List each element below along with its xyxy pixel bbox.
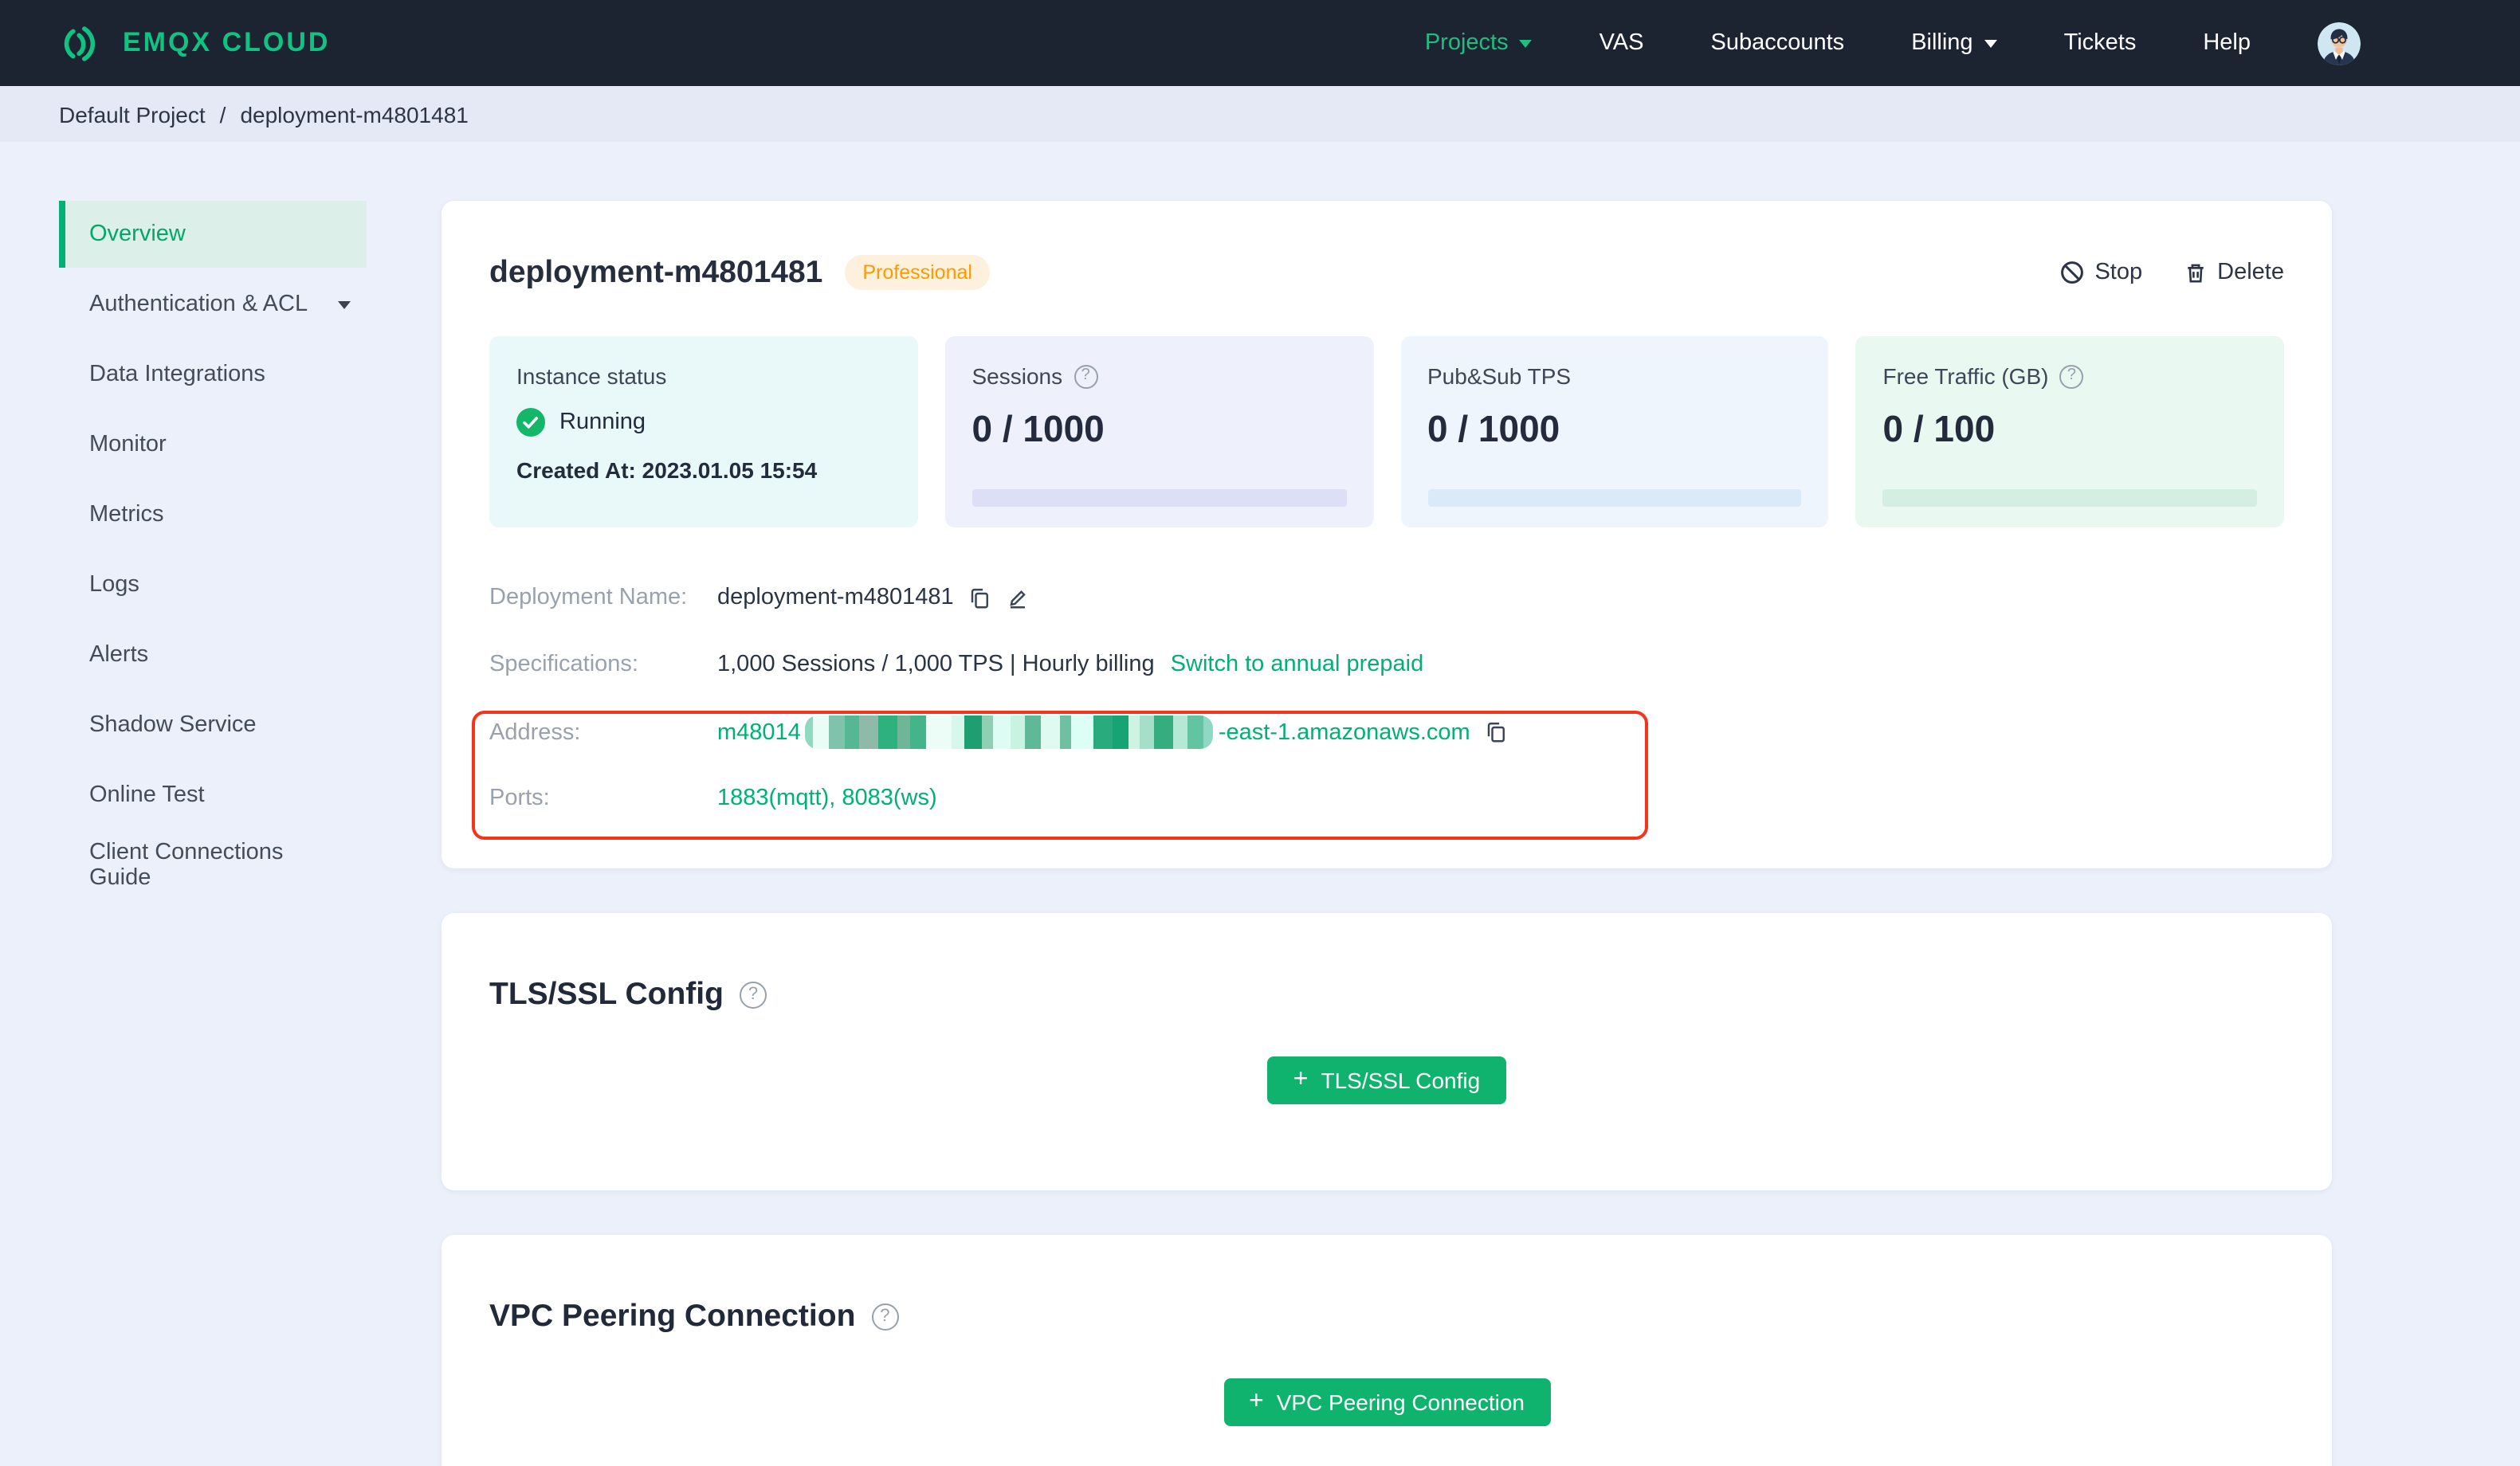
address-suffix: -east-1.amazonaws.com (1218, 719, 1470, 745)
stat-card-instance-status: Instance status Running Created At: 2023… (489, 336, 918, 527)
breadcrumb-deployment: deployment-m4801481 (240, 101, 469, 127)
emqx-logo-icon (57, 22, 102, 65)
sidebar-item-data-integrations[interactable]: Data Integrations (59, 341, 367, 408)
tls-ssl-heading: TLS/SSL Config (489, 976, 724, 1011)
sidebar-item-authentication-acl[interactable]: Authentication & ACL (59, 271, 367, 338)
trash-icon (2184, 261, 2208, 284)
sidebar-item-metrics[interactable]: Metrics (59, 481, 367, 548)
traffic-value: 0 / 100 (1882, 408, 1996, 449)
sidebar-item-overview[interactable]: Overview (59, 201, 367, 268)
nav-item-projects[interactable]: Projects (1425, 30, 1533, 56)
question-circle-icon[interactable]: ? (871, 1303, 899, 1330)
stat-card-pubsub-tps: Pub&Sub TPS 0 / 1000 (1400, 336, 1829, 527)
sidebar-item-shadow-service[interactable]: Shadow Service (59, 692, 367, 758)
sidebar-item-online-test[interactable]: Online Test (59, 762, 367, 829)
deployment-overview-card: deployment-m4801481 Professional Stop De… (442, 201, 2332, 868)
breadcrumb-project[interactable]: Default Project (59, 101, 206, 127)
chevron-down-icon (1519, 39, 1533, 47)
switch-annual-prepaid-link[interactable]: Switch to annual prepaid (1171, 652, 1424, 677)
sidebar-item-monitor[interactable]: Monitor (59, 411, 367, 478)
stop-icon (2059, 260, 2085, 285)
user-avatar[interactable] (2318, 22, 2361, 65)
brand-logo[interactable]: EMQX CLOUD (57, 22, 330, 65)
question-circle-icon[interactable]: ? (739, 981, 767, 1008)
check-circle-icon (516, 408, 545, 437)
main-content: deployment-m4801481 Professional Stop De… (442, 201, 2332, 1466)
sessions-value: 0 / 1000 (971, 408, 1105, 449)
tls-ssl-config-card: TLS/SSL Config ? + TLS/SSL Config (442, 913, 2332, 1190)
add-tls-ssl-config-button[interactable]: + TLS/SSL Config (1267, 1056, 1506, 1104)
emqx-cloud-console: EMQX CLOUD Projects VAS Subaccounts Bill… (0, 0, 2520, 1466)
address-label: Address: (489, 719, 581, 745)
instance-status-text: Running (559, 410, 646, 435)
address-prefix: m48014 (717, 719, 801, 745)
navbar-menu: Projects VAS Subaccounts Billing Tickets… (1425, 22, 2520, 65)
nav-item-billing[interactable]: Billing (1911, 30, 1997, 56)
plan-badge: Professional (845, 254, 990, 291)
ports-value: 1883(mqtt), 8083(ws) (717, 786, 937, 811)
add-vpc-peering-button[interactable]: + VPC Peering Connection (1223, 1378, 1550, 1426)
breadcrumb: Default Project / deployment-m4801481 (0, 86, 2520, 142)
edit-icon[interactable] (1007, 586, 1030, 610)
sidebar: Overview Authentication & ACL Data Integ… (0, 201, 442, 902)
sidebar-item-client-connections-guide[interactable]: Client Connections Guide (59, 832, 367, 899)
vpc-peering-heading: VPC Peering Connection (489, 1298, 856, 1333)
created-at-text: Created At: 2023.01.05 15:54 (516, 457, 818, 483)
stat-card-free-traffic: Free Traffic (GB) ? 0 / 100 (1855, 336, 2284, 527)
stats-row: Instance status Running Created At: 2023… (489, 336, 2284, 527)
brand-name: EMQX CLOUD (123, 27, 331, 57)
nav-item-tickets[interactable]: Tickets (2064, 30, 2137, 56)
sidebar-item-alerts[interactable]: Alerts (59, 621, 367, 688)
chevron-down-icon (1984, 39, 1997, 47)
plus-icon: + (1249, 1387, 1264, 1414)
tps-progress-bar (1427, 489, 1802, 507)
delete-button[interactable]: Delete (2184, 260, 2284, 285)
specifications-label: Specifications: (489, 652, 638, 677)
tps-value: 0 / 1000 (1427, 408, 1560, 449)
top-navbar: EMQX CLOUD Projects VAS Subaccounts Bill… (0, 0, 2520, 86)
sessions-progress-bar (971, 489, 1346, 507)
specifications-value: 1,000 Sessions / 1,000 TPS | Hourly bill… (717, 652, 1155, 677)
deployment-title: deployment-m4801481 (489, 254, 823, 289)
plus-icon: + (1293, 1065, 1309, 1092)
nav-item-help[interactable]: Help (2203, 30, 2251, 56)
nav-item-subaccounts[interactable]: Subaccounts (1711, 30, 1845, 56)
sidebar-item-logs[interactable]: Logs (59, 551, 367, 618)
deployment-name-label: Deployment Name: (489, 585, 688, 610)
vpc-peering-card: VPC Peering Connection ? + VPC Peering C… (442, 1235, 2332, 1466)
deployment-name-value: deployment-m4801481 (717, 585, 954, 610)
ports-label: Ports: (489, 786, 550, 811)
question-circle-icon[interactable]: ? (1074, 364, 1098, 388)
traffic-progress-bar (1882, 489, 2257, 507)
question-circle-icon[interactable]: ? (2059, 364, 2084, 388)
chevron-down-icon (338, 300, 351, 308)
stop-button[interactable]: Stop (2059, 260, 2142, 285)
nav-item-vas[interactable]: VAS (1600, 30, 1644, 56)
breadcrumb-separator: / (219, 101, 226, 127)
address-redaction (805, 715, 1214, 749)
deployment-details: Deployment Name: deployment-m4801481 Spe… (489, 582, 2284, 814)
stat-card-sessions: Sessions ? 0 / 1000 (944, 336, 1373, 527)
copy-icon[interactable] (1485, 720, 1509, 744)
copy-icon[interactable] (968, 586, 992, 610)
